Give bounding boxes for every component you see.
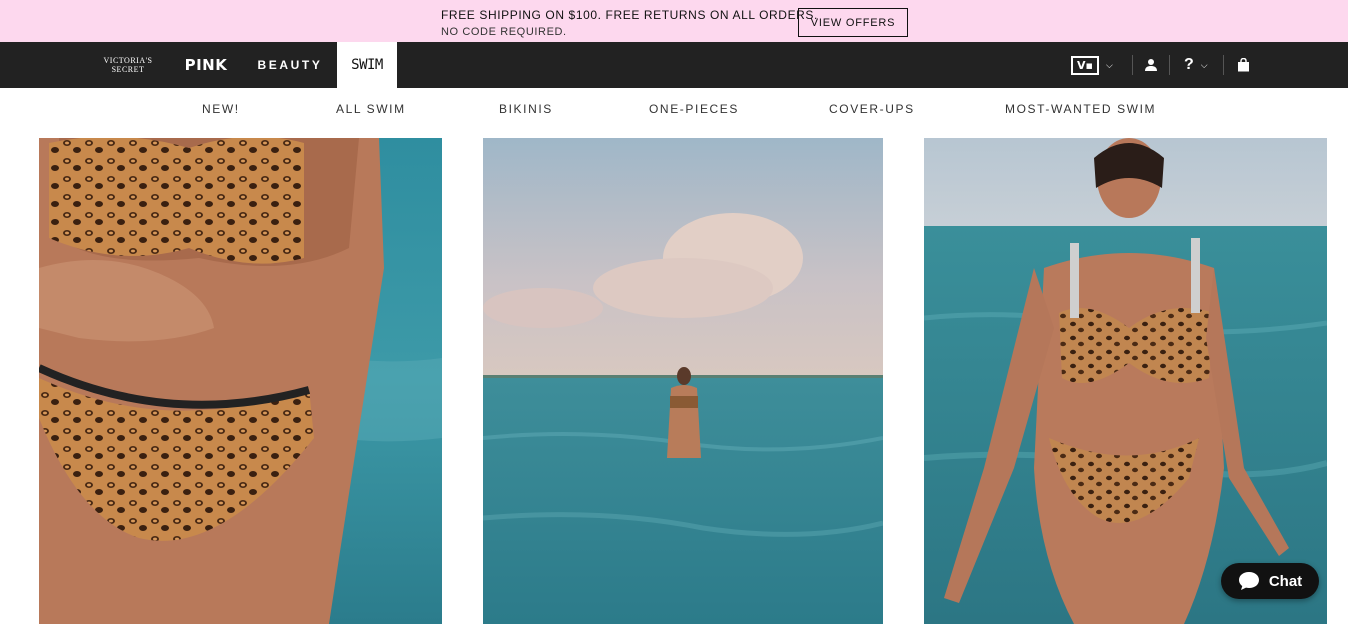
brand-vs-line-2: SECRET [111,65,145,74]
account-button[interactable] [1144,42,1158,88]
chevron-down-icon: ⌵ [1106,59,1113,70]
nav-divider [1132,55,1133,75]
vs-logo-icon: V▪ [1071,55,1099,75]
shopping-bag-icon [1238,58,1249,72]
model-closeup-image [39,138,442,624]
model-smiling-image [924,138,1327,624]
brand-beauty[interactable]: BEAUTY [252,42,328,88]
subnav-one-pieces[interactable]: ONE-PIECES [649,102,739,116]
top-navigation: VICTORIA'S SECRET PINK BEAUTY SWIM V▪ ⌵ … [0,42,1348,88]
model-ocean-image [483,138,883,624]
chat-label: Chat [1268,572,1303,590]
subnav-bikinis[interactable]: BIKINIS [499,102,553,116]
subnav-most-wanted-swim[interactable]: MOST-WANTED SWIM [1005,102,1156,116]
promo-line-1: FREE SHIPPING ON $100. FREE RETURNS ON A… [441,8,818,22]
vs-logo-dropdown[interactable]: V▪ ⌵ [1071,42,1113,88]
view-offers-button[interactable]: VIEW OFFERS [798,8,908,37]
brand-pink[interactable]: PINK [178,42,234,88]
chevron-down-icon: ⌵ [1200,59,1208,70]
chat-button[interactable]: Chat [1221,563,1319,599]
subnav-new[interactable]: NEW! [202,102,240,116]
brand-victorias-secret[interactable]: VICTORIA'S SECRET [96,42,160,88]
category-subnav: NEW! ALL SWIM BIKINIS ONE-PIECES COVER-U… [0,88,1348,132]
subnav-all-swim[interactable]: ALL SWIM [336,102,406,116]
brand-vs-line-1: VICTORIA'S [103,56,153,65]
promo-banner: FREE SHIPPING ON $100. FREE RETURNS ON A… [0,0,1348,42]
hero-image-left[interactable] [39,138,442,624]
user-icon [1145,59,1157,71]
shopping-bag-button[interactable] [1237,42,1250,88]
chat-bubble-icon [1238,572,1259,590]
promo-message: FREE SHIPPING ON $100. FREE RETURNS ON A… [441,8,818,39]
brand-swim-active[interactable]: SWIM [337,42,397,88]
help-icon: ? [1184,56,1194,73]
hero-image-center[interactable] [483,138,883,624]
subnav-cover-ups[interactable]: COVER-UPS [829,102,915,116]
promo-line-2: NO CODE REQUIRED. [441,26,567,38]
hero-image-right[interactable] [924,138,1327,624]
nav-divider [1169,55,1170,75]
nav-divider [1223,55,1224,75]
help-dropdown[interactable]: ? ⌵ [1184,42,1208,88]
